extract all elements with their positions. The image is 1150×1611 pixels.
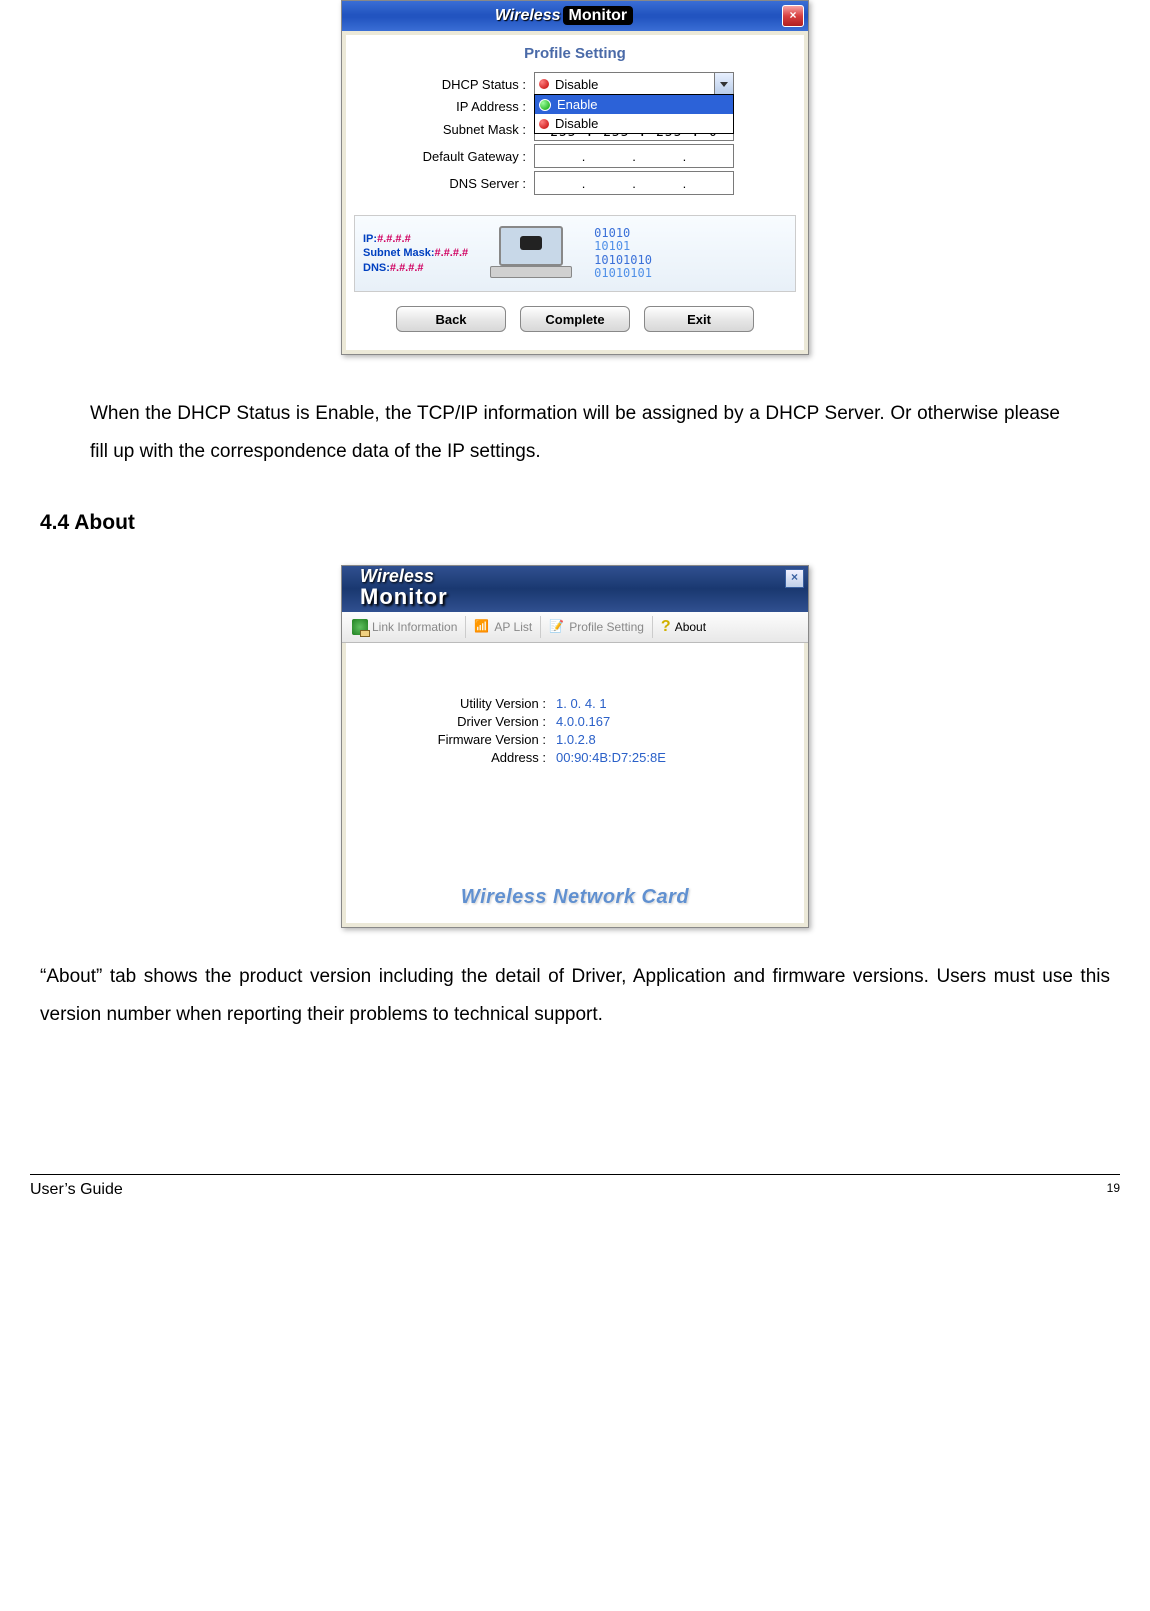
dns-server-label: DNS Server : [346, 176, 534, 191]
dhcp-status-label: DHCP Status : [346, 77, 534, 92]
status-dot-icon [539, 79, 549, 89]
tab-ap-list[interactable]: AP List [466, 612, 540, 642]
dns-server-input[interactable]: ... [534, 171, 734, 195]
utility-version-label: Utility Version : [346, 696, 556, 711]
binary-decoration: 01010 10101 10101010 01010101 [594, 227, 652, 280]
section-title: Profile Setting [346, 45, 804, 62]
address-value: 00:90:4B:D7:25:8E [556, 750, 666, 765]
subnet-mask-label: Subnet Mask : [346, 122, 534, 137]
driver-version-value: 4.0.0.167 [556, 714, 610, 729]
address-label: Address : [346, 750, 556, 765]
laptop-icon [486, 226, 576, 281]
dropdown-option-enable[interactable]: Enable [535, 95, 733, 114]
title-box: Monitor [563, 6, 634, 25]
app-logo: WirelessMonitor [346, 7, 782, 25]
footer-guide-label: User’s Guide [30, 1181, 123, 1199]
ap-list-icon [474, 619, 490, 635]
status-dot-icon [539, 99, 551, 111]
profile-setting-icon [549, 619, 565, 635]
footer-page-number: 19 [1107, 1181, 1120, 1199]
tab-about[interactable]: ? About [653, 612, 714, 642]
dropdown-option-disable[interactable]: Disable [535, 114, 733, 133]
driver-version-label: Driver Version : [346, 714, 556, 729]
exit-button[interactable]: Exit [644, 306, 754, 332]
app-logo: Wireless Monitor [360, 568, 448, 610]
utility-version-value: 1. 0. 4. 1 [556, 696, 607, 711]
status-dot-icon [539, 119, 549, 129]
about-icon: ? [661, 618, 671, 636]
about-window: Wireless Monitor × Link Information AP L… [341, 565, 809, 928]
title-italic: Wireless [495, 7, 561, 24]
ip-address-label: IP Address : [346, 99, 534, 114]
titlebar: Wireless Monitor × [342, 566, 808, 612]
back-button[interactable]: Back [396, 306, 506, 332]
page-footer: User’s Guide 19 [30, 1174, 1120, 1199]
section-heading-about: 4.4 About [40, 511, 1120, 535]
titlebar: WirelessMonitor × [342, 1, 808, 31]
chevron-down-icon[interactable] [714, 73, 733, 95]
dhcp-dropdown-list: Enable Disable [534, 94, 734, 134]
close-icon[interactable]: × [785, 569, 804, 588]
default-gateway-input[interactable]: ... [534, 144, 734, 168]
profile-setting-window: WirelessMonitor × Profile Setting DHCP S… [341, 0, 809, 355]
tabbar: Link Information AP List Profile Setting… [342, 612, 808, 643]
wireless-card-label: Wireless Network Card [346, 886, 804, 909]
default-gateway-label: Default Gateway : [346, 149, 534, 164]
firmware-version-label: Firmware Version : [346, 732, 556, 747]
paragraph-dhcp-explanation: When the DHCP Status is Enable, the TCP/… [90, 395, 1060, 471]
firmware-version-value: 1.0.2.8 [556, 732, 596, 747]
complete-button[interactable]: Complete [520, 306, 630, 332]
info-strip: IP:#.#.#.# Subnet Mask:#.#.#.# DNS:#.#.#… [354, 215, 796, 292]
paragraph-about-explanation: “About” tab shows the product version in… [40, 958, 1110, 1034]
dhcp-status-combo[interactable]: Disable [534, 72, 734, 96]
dhcp-selected-value: Disable [555, 77, 598, 92]
network-summary-text: IP:#.#.#.# Subnet Mask:#.#.#.# DNS:#.#.#… [363, 232, 468, 275]
close-icon[interactable]: × [782, 5, 804, 27]
link-info-icon [352, 619, 368, 635]
tab-link-information[interactable]: Link Information [344, 612, 465, 642]
tab-profile-setting[interactable]: Profile Setting [541, 612, 652, 642]
